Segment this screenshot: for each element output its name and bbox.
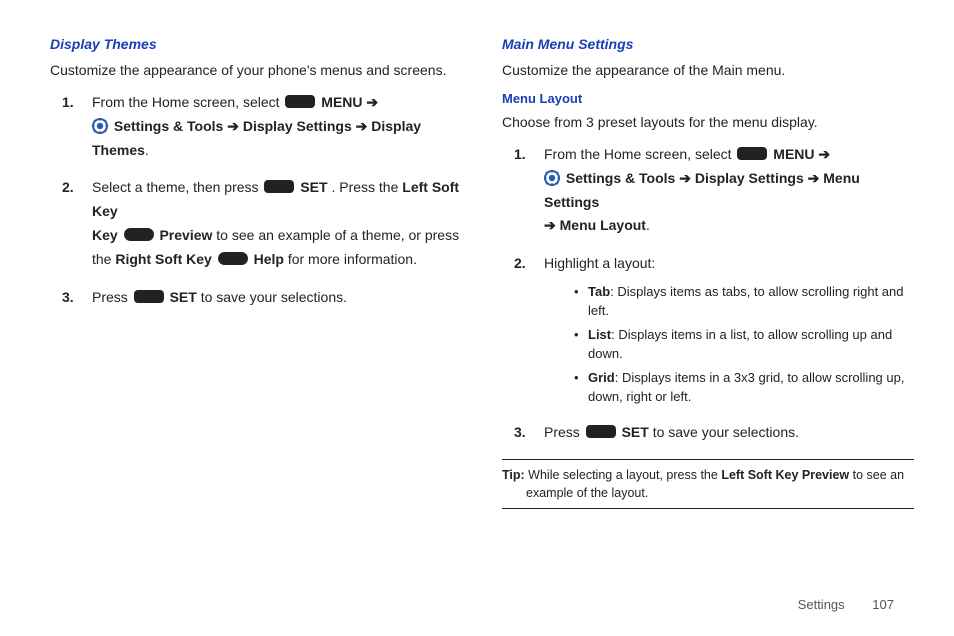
arrow-icon: ➔: [227, 118, 243, 134]
section-heading-display-themes: Display Themes: [50, 36, 462, 52]
bullet-tab: Tab: Displays items as tabs, to allow sc…: [574, 282, 914, 321]
bullet-text: : Displays items in a 3x3 grid, to allow…: [588, 370, 904, 405]
display-settings-label: Display Settings: [243, 118, 352, 134]
step-text: to save your selections.: [201, 289, 347, 305]
bullet-label: List: [588, 327, 611, 342]
footer-section: Settings: [798, 597, 845, 612]
intro-text: Customize the appearance of the Main men…: [502, 60, 914, 81]
display-settings-label: Display Settings: [695, 170, 804, 186]
key-row: Key: [92, 227, 122, 243]
menu-label: MENU: [321, 94, 362, 110]
step-2: Highlight a layout: Tab: Displays items …: [544, 252, 914, 407]
set-label: SET: [300, 179, 327, 195]
preview-label: Preview: [159, 227, 212, 243]
left-column: Display Themes Customize the appearance …: [50, 36, 462, 509]
bullet-text: : Displays items as tabs, to allow scrol…: [588, 284, 904, 319]
sub-heading-menu-layout: Menu Layout: [502, 91, 914, 106]
section-heading-main-menu: Main Menu Settings: [502, 36, 914, 52]
step-text: From the Home screen, select: [544, 146, 735, 162]
center-key-icon: [586, 425, 616, 438]
center-key-icon: [737, 147, 767, 160]
intro-text: Customize the appearance of your phone's…: [50, 60, 462, 81]
intro-text: Choose from 3 preset layouts for the men…: [502, 112, 914, 133]
menu-layout-label: Menu Layout: [560, 217, 646, 233]
set-label: SET: [170, 289, 197, 305]
gear-icon: [544, 170, 560, 186]
page-number: 107: [872, 597, 894, 612]
step-text: . Press the: [331, 179, 402, 195]
step-1: From the Home screen, select MENU ➔ Sett…: [544, 143, 914, 238]
step-text: to save your selections.: [653, 424, 799, 440]
soft-key-icon: [218, 252, 248, 265]
settings-tools-label: Settings & Tools: [114, 118, 223, 134]
step-text: Highlight a layout:: [544, 255, 655, 271]
tip-box: Tip: While selecting a layout, press the…: [502, 459, 914, 509]
set-label: SET: [622, 424, 649, 440]
page-footer: Settings 107: [798, 597, 894, 612]
center-key-icon: [285, 95, 315, 108]
bullet-list: List: Displays items in a list, to allow…: [574, 325, 914, 364]
tip-text: to see an: [849, 468, 904, 482]
right-soft-key-label: Right Soft Key: [115, 251, 211, 267]
tip-text: While selecting a layout, press the: [525, 468, 722, 482]
step-text: From the Home screen, select: [92, 94, 283, 110]
steps-list: From the Home screen, select MENU ➔ Sett…: [502, 143, 914, 445]
arrow-icon: ➔: [366, 94, 378, 110]
page-content: Display Themes Customize the appearance …: [0, 0, 954, 509]
tip-label: Tip:: [502, 468, 525, 482]
arrow-icon: ➔: [679, 170, 695, 186]
step-text: for more information.: [288, 251, 417, 267]
menu-label: MENU: [773, 146, 814, 162]
step-3: Press SET to save your selections.: [544, 421, 914, 445]
center-key-icon: [264, 180, 294, 193]
arrow-icon: ➔: [808, 170, 824, 186]
soft-key-icon: [124, 228, 154, 241]
gear-icon: [92, 118, 108, 134]
step-2: Select a theme, then press SET . Press t…: [92, 176, 462, 271]
right-column: Main Menu Settings Customize the appeara…: [502, 36, 914, 509]
step-text: Press: [544, 424, 584, 440]
step-1: From the Home screen, select MENU ➔ Sett…: [92, 91, 462, 162]
step-text: Press: [92, 289, 132, 305]
steps-list: From the Home screen, select MENU ➔ Sett…: [50, 91, 462, 309]
step-3: Press SET to save your selections.: [92, 286, 462, 310]
bullet-label: Grid: [588, 370, 615, 385]
arrow-icon: ➔: [356, 118, 372, 134]
step-text: Select a theme, then press: [92, 179, 262, 195]
tip-key: Left Soft Key Preview: [721, 468, 849, 482]
arrow-icon: ➔: [544, 217, 560, 233]
bullet-text: : Displays items in a list, to allow scr…: [588, 327, 892, 362]
bullet-grid: Grid: Displays items in a 3x3 grid, to a…: [574, 368, 914, 407]
center-key-icon: [134, 290, 164, 303]
bullet-label: Tab: [588, 284, 610, 299]
settings-tools-label: Settings & Tools: [566, 170, 675, 186]
help-label: Help: [254, 251, 284, 267]
layout-options: Tab: Displays items as tabs, to allow sc…: [574, 282, 914, 407]
tip-body: example of the layout.: [502, 484, 914, 502]
arrow-icon: ➔: [818, 146, 830, 162]
